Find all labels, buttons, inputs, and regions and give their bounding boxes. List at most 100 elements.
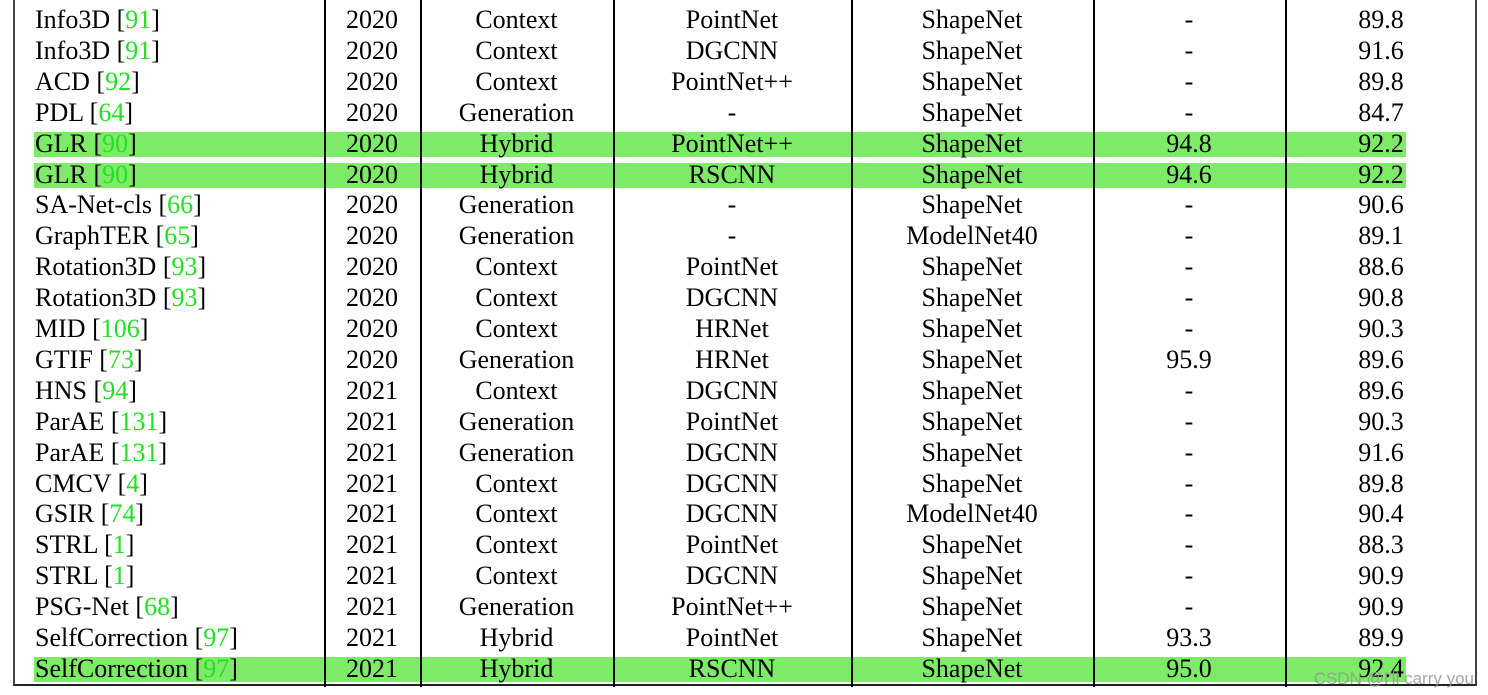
method-cell: GLR [90]	[35, 159, 137, 189]
citation-link[interactable]: 94	[102, 376, 128, 405]
citation-link[interactable]: 92	[105, 67, 131, 96]
year-cell: 2020	[346, 252, 398, 282]
type-cell: Context	[475, 66, 558, 96]
year-cell: 2021	[346, 592, 398, 622]
year-cell: 2021	[346, 375, 398, 405]
cls-cell: 90.8	[1358, 283, 1404, 313]
cls-cell: 90.6	[1358, 190, 1404, 220]
column-divider	[324, 0, 326, 687]
seg-cell: -	[1184, 66, 1194, 96]
dataset-cell: ShapeNet	[921, 314, 1023, 343]
cls-cell: 91.6	[1358, 35, 1404, 65]
method-name: SA-Net-cls	[35, 190, 152, 220]
citation-link[interactable]: 131	[120, 438, 159, 467]
citation-link[interactable]: 93	[172, 252, 198, 281]
citation-link[interactable]: 74	[109, 499, 135, 528]
cls-cell: 90.9	[1358, 592, 1404, 622]
seg-cell: -	[1184, 468, 1194, 498]
year-cell: 2020	[346, 221, 398, 251]
method-name: Rotation3D	[35, 252, 157, 282]
type-cell: Context	[475, 283, 558, 313]
table-row: GLR [90] 2020 Hybrid PointNet++ ShapeNet 94.8…	[0, 128, 1488, 159]
backbone-cell: PointNet	[685, 252, 779, 282]
type-cell: Context	[475, 5, 558, 34]
citation-link[interactable]: 91	[125, 36, 151, 65]
method-name: CMCV	[35, 468, 112, 498]
table-row: PDL [64] 2020 Generation - ShapeNet - 84.7	[0, 97, 1488, 128]
seg-cell: -	[1184, 190, 1194, 220]
seg-cell: -	[1184, 97, 1194, 127]
type-cell: Generation	[458, 190, 575, 220]
type-cell: Hybrid	[479, 128, 554, 158]
method-cell: GraphTER [65]	[35, 221, 199, 251]
seg-cell: -	[1184, 5, 1194, 34]
cls-cell: 90.3	[1358, 314, 1404, 343]
method-cell: ACD [92]	[35, 66, 140, 96]
citation-link[interactable]: 68	[144, 592, 170, 621]
year-cell: 2020	[346, 159, 398, 189]
citation-link[interactable]: 64	[98, 98, 124, 127]
citation-link[interactable]: 1	[113, 530, 126, 559]
table-row: ParAE [131] 2021 Generation DGCNN ShapeNet - 9…	[0, 437, 1488, 468]
method-cell: MID [106]	[35, 314, 149, 343]
column-divider	[851, 0, 853, 687]
citation-link[interactable]: 91	[125, 5, 151, 34]
dataset-cell: ShapeNet	[921, 653, 1023, 683]
citation-link[interactable]: 1	[113, 561, 126, 590]
dataset-cell: ShapeNet	[921, 35, 1023, 65]
table-row: GLR [90] 2020 Hybrid RSCNN ShapeNet 94.6 92.2	[0, 159, 1488, 190]
method-name: GraphTER	[35, 221, 150, 251]
cls-cell: 89.8	[1358, 66, 1404, 96]
seg-cell: -	[1184, 499, 1194, 529]
cls-cell: 89.9	[1358, 623, 1404, 652]
table-row: GSIR [74] 2021 Context DGCNN ModelNet40 - 90.4	[0, 498, 1488, 529]
cls-cell: 90.9	[1358, 561, 1404, 591]
backbone-cell: RSCNN	[688, 159, 776, 189]
cls-cell: 92.2	[1358, 128, 1404, 158]
type-cell: Generation	[458, 592, 575, 622]
citation-link[interactable]: 131	[120, 407, 159, 436]
backbone-cell: PointNet	[685, 5, 779, 34]
method-cell: Info3D [91]	[35, 35, 160, 65]
citation-link[interactable]: 65	[164, 221, 190, 250]
type-cell: Context	[475, 499, 558, 529]
citation-link[interactable]: 90	[102, 160, 128, 189]
year-cell: 2020	[346, 283, 398, 313]
type-cell: Context	[475, 530, 558, 560]
year-cell: 2021	[346, 406, 398, 436]
table-row: STRL [1] 2021 Context PointNet ShapeNet - 88.3	[0, 529, 1488, 560]
dataset-cell: ShapeNet	[921, 468, 1023, 498]
method-name: GSIR	[35, 499, 95, 529]
backbone-cell: DGCNN	[685, 375, 779, 405]
citation-link[interactable]: 66	[167, 190, 193, 219]
method-name: STRL	[35, 530, 98, 560]
cls-cell: 89.8	[1358, 468, 1404, 498]
year-cell: 2021	[346, 468, 398, 498]
method-cell: SA-Net-cls [66]	[35, 190, 202, 220]
cls-cell: 90.3	[1358, 406, 1404, 436]
citation-link[interactable]: 4	[126, 469, 139, 498]
watermark: CSDN @I'll carry you	[1313, 669, 1474, 688]
method-cell: PSG-Net [68]	[35, 592, 179, 622]
method-name: Info3D	[35, 5, 111, 34]
table-row: Info3D [91] 2020 Context PointNet ShapeNet - 8…	[0, 4, 1488, 35]
citation-link[interactable]: 73	[108, 345, 134, 374]
seg-cell: 95.9	[1166, 344, 1212, 374]
backbone-cell: HRNet	[695, 344, 769, 374]
year-cell: 2020	[346, 66, 398, 96]
method-cell: Rotation3D [93]	[35, 283, 207, 313]
type-cell: Generation	[458, 221, 575, 251]
method-name: PDL	[35, 97, 84, 127]
citation-link[interactable]: 97	[203, 623, 229, 652]
table-row: GTIF [73] 2020 Generation HRNet ShapeNet 95.9…	[0, 344, 1488, 375]
citation-link[interactable]: 106	[101, 314, 140, 343]
seg-cell: -	[1184, 314, 1194, 343]
backbone-cell: DGCNN	[685, 499, 779, 529]
citation-link[interactable]: 90	[102, 129, 128, 158]
year-cell: 2021	[346, 530, 398, 560]
seg-cell: -	[1184, 592, 1194, 622]
citation-link[interactable]: 97	[203, 654, 229, 683]
citation-link[interactable]: 93	[172, 283, 198, 312]
year-cell: 2020	[346, 128, 398, 158]
year-cell: 2020	[346, 344, 398, 374]
